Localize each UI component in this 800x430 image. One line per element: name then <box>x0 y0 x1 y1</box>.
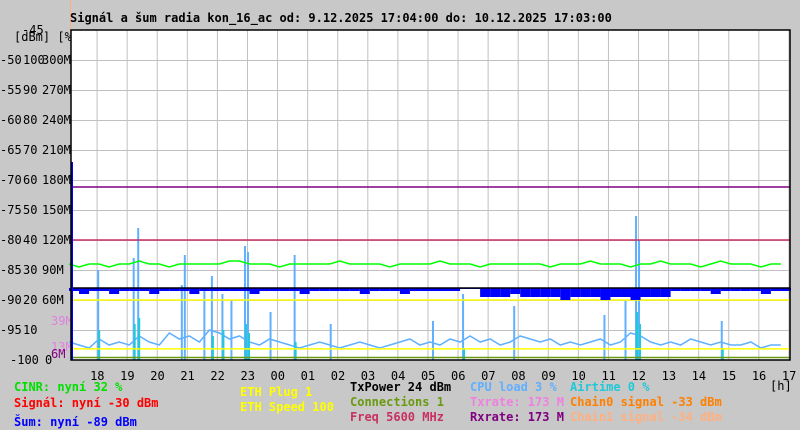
legend: CINR: nyní 32 % Signál: nyní -30 dBm Šum… <box>14 380 722 429</box>
noise-bar <box>359 288 370 294</box>
y-tick-dbm: -70 <box>0 173 22 187</box>
y-tick-pct: 80 <box>23 113 37 127</box>
legend-airtime: Airtime 0 % <box>570 380 650 394</box>
noise-bar <box>149 288 160 294</box>
x-tick-label: 16 <box>752 369 766 383</box>
legend-signal: Signál: nyní -30 dBm <box>14 396 159 410</box>
y-tick-rate: 270M <box>42 83 71 97</box>
noise-bar <box>480 288 491 297</box>
legend-freq: Freq 5600 MHz <box>350 410 444 424</box>
noise-bar <box>630 288 641 300</box>
y-tick-rate: 240M <box>42 113 71 127</box>
noise-bar <box>620 288 631 297</box>
y-tick-dbm: -50 <box>0 53 22 67</box>
plot-area <box>71 30 790 360</box>
noise-bar <box>610 288 621 297</box>
noise-bar <box>490 288 501 297</box>
y-tick-rate-extra: 39M <box>51 314 73 328</box>
x-tick-label: 06 <box>451 369 465 383</box>
y-tick-pct: 70 <box>23 143 37 157</box>
y-axis-units: [dBm] [%] <box>14 30 79 44</box>
x-tick-label: 01 <box>301 369 315 383</box>
y-axis: -50 100300M-55 90 270M-60 80 240M-65 70 210M-70… <box>0 53 73 367</box>
legend-eth-speed: ETH Speed 100 <box>240 400 334 414</box>
noise-bar <box>650 288 661 297</box>
noise-bar <box>109 288 120 294</box>
noise-bar <box>249 288 260 294</box>
x-tick-label: 15 <box>722 369 736 383</box>
chart-title: Signál a šum radia kon_16_ac od: 9.12.20… <box>70 11 612 26</box>
y-tick-dbm: -65 <box>0 143 22 157</box>
legend-chain0: Chain0 signal -33 dBm <box>570 395 722 409</box>
noise-bar <box>580 288 591 297</box>
y-tick-dbm: -95 <box>0 323 22 337</box>
y-tick-rate: 60M <box>42 293 64 307</box>
noise-bar <box>530 288 541 297</box>
y-tick-dbm: -60 <box>0 113 22 127</box>
noise-bar <box>590 288 601 297</box>
signal-noise-chart: Signál a šum radia kon_16_ac od: 9.12.20… <box>0 0 796 429</box>
x-axis-unit: [h] <box>770 379 792 393</box>
x-tick-label: 02 <box>331 369 345 383</box>
legend-cinr: CINR: nyní 32 % <box>14 380 123 394</box>
legend-noise: Šum: nyní -89 dBm <box>14 414 137 429</box>
noise-bar <box>79 288 90 294</box>
y-tick-pct: 50 <box>23 203 37 217</box>
y-tick-pct: 40 <box>23 233 37 247</box>
legend-cpu-load: CPU load 3 % <box>470 380 557 394</box>
y-tick-pct: 60 <box>23 173 37 187</box>
y-tick-dbm: -55 <box>0 83 22 97</box>
noise-bar <box>510 288 521 294</box>
x-tick-label: 21 <box>180 369 194 383</box>
legend-rxrate: Rxrate: 173 M <box>470 410 564 424</box>
noise-bar <box>570 288 581 297</box>
y-tick-rate: 300M <box>42 53 71 67</box>
legend-chain1: Chain1 signal -34 dBm <box>570 410 722 424</box>
x-tick-label: 13 <box>662 369 676 383</box>
y-tick-rate: 150M <box>42 203 71 217</box>
legend-txrate: Txrate: 173 M <box>470 395 564 409</box>
x-tick-label: 22 <box>210 369 224 383</box>
noise-bar <box>299 288 310 294</box>
noise-bar <box>660 288 671 297</box>
y-tick-dbm: -80 <box>0 233 22 247</box>
y-tick-rate: 210M <box>42 143 71 157</box>
y-tick-rate: 180M <box>42 173 71 187</box>
noise-bar <box>520 288 531 297</box>
y-tick-dbm: -90 <box>0 293 22 307</box>
y-tick-pct: 30 <box>23 263 37 277</box>
noise-bar <box>189 288 200 294</box>
y-tick-pct: 20 <box>23 293 37 307</box>
y-tick-dbm: -85 <box>0 263 22 277</box>
y-tick-rate-extra: 6M <box>51 347 65 361</box>
noise-bar <box>500 288 511 297</box>
x-tick-label: 20 <box>150 369 164 383</box>
y-tick-rate: 120M <box>42 233 71 247</box>
x-tick-label: 00 <box>271 369 285 383</box>
noise-bar <box>600 288 611 300</box>
x-tick-label: 23 <box>240 369 254 383</box>
noise-bar <box>399 288 410 294</box>
noise-bar <box>540 288 551 297</box>
y-tick-pct: 10 <box>23 323 37 337</box>
legend-txpower: TxPower 24 dBm <box>350 380 451 394</box>
y-tick-pct: 90 <box>23 83 37 97</box>
y-tick-rate: 90M <box>42 263 64 277</box>
x-tick-label: 14 <box>692 369 706 383</box>
legend-connections: Connections 1 <box>350 395 444 409</box>
y-tick-dbm: -75 <box>0 203 22 217</box>
noise-bar <box>760 288 771 294</box>
noise-bar <box>550 288 561 297</box>
chart-container: Signál a šum radia kon_16_ac od: 9.12.20… <box>0 0 800 430</box>
legend-eth-plug: ETH Plug 1 <box>240 385 312 399</box>
y-tick-dbm: -100 <box>10 353 39 367</box>
noise-bar <box>640 288 651 297</box>
noise-bar <box>560 288 571 300</box>
noise-bar <box>710 288 721 294</box>
